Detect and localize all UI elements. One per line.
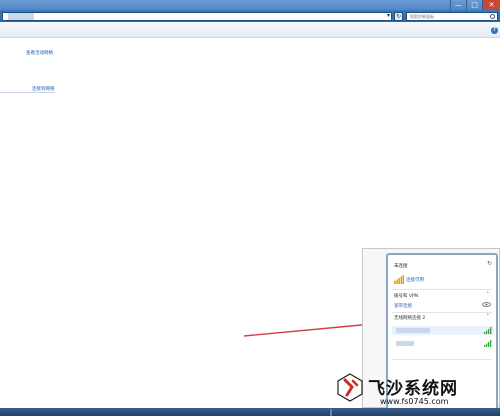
divider [392,289,492,290]
help-icon[interactable]: ? [491,27,498,34]
minimize-button[interactable]: — [450,0,466,10]
divider [392,359,492,360]
wifi-network-item[interactable] [392,326,494,335]
screenshot-root: — □ ✕ ▾ ↻ 搜索控制面板 ? 查看活动网络 连接到网络 未连接 ↻ 连接… [0,0,500,416]
address-row: ▾ ↻ 搜索控制面板 [0,10,500,22]
network-name-blurred [396,328,430,333]
flyout-title: 未连接 [394,264,408,269]
connection-status: 连接可用 [406,278,424,283]
signal-bars-icon [394,275,404,284]
section-wireless-network-2[interactable]: 无线网络连接 2 [394,315,425,321]
toolbar: ? [0,22,500,38]
chevron-up-icon[interactable]: ˄ [487,314,490,320]
wifi-network-item[interactable] [392,339,494,348]
address-bar[interactable]: ▾ [2,12,392,21]
search-input[interactable]: 搜索控制面板 [406,12,498,21]
wifi-signal-icon [484,327,492,334]
address-dropdown-icon[interactable]: ▾ [387,12,390,19]
title-bar: — □ ✕ [0,0,500,10]
maximize-button[interactable]: □ [466,0,482,10]
refresh-button[interactable]: ↻ [394,12,403,21]
wifi-signal-icon [484,340,492,347]
watermark-url: www.fs0745.com [380,397,449,406]
vpn-connection-icon [482,302,491,307]
window-controls: — □ ✕ [450,0,500,10]
network-name-blurred [396,341,414,346]
broadband-connection-item[interactable]: 宽带连接 [394,303,412,309]
section-dialup-vpn[interactable]: 拨号和 VPN [394,293,418,299]
site-logo-icon [337,373,363,402]
address-text-blurred [8,13,34,20]
divider [0,92,55,93]
watermark-title: 飞沙系统网 [368,379,458,399]
search-icon[interactable] [490,14,495,19]
refresh-icon[interactable]: ↻ [487,260,492,267]
search-placeholder: 搜索控制面板 [410,14,434,19]
taskbar-divider [330,409,332,416]
divider [392,312,492,313]
chevron-up-icon[interactable]: ˄ [487,292,490,298]
view-active-networks-link[interactable]: 查看活动网络 [26,50,53,56]
taskbar [0,408,500,416]
close-button[interactable]: ✕ [482,0,500,10]
